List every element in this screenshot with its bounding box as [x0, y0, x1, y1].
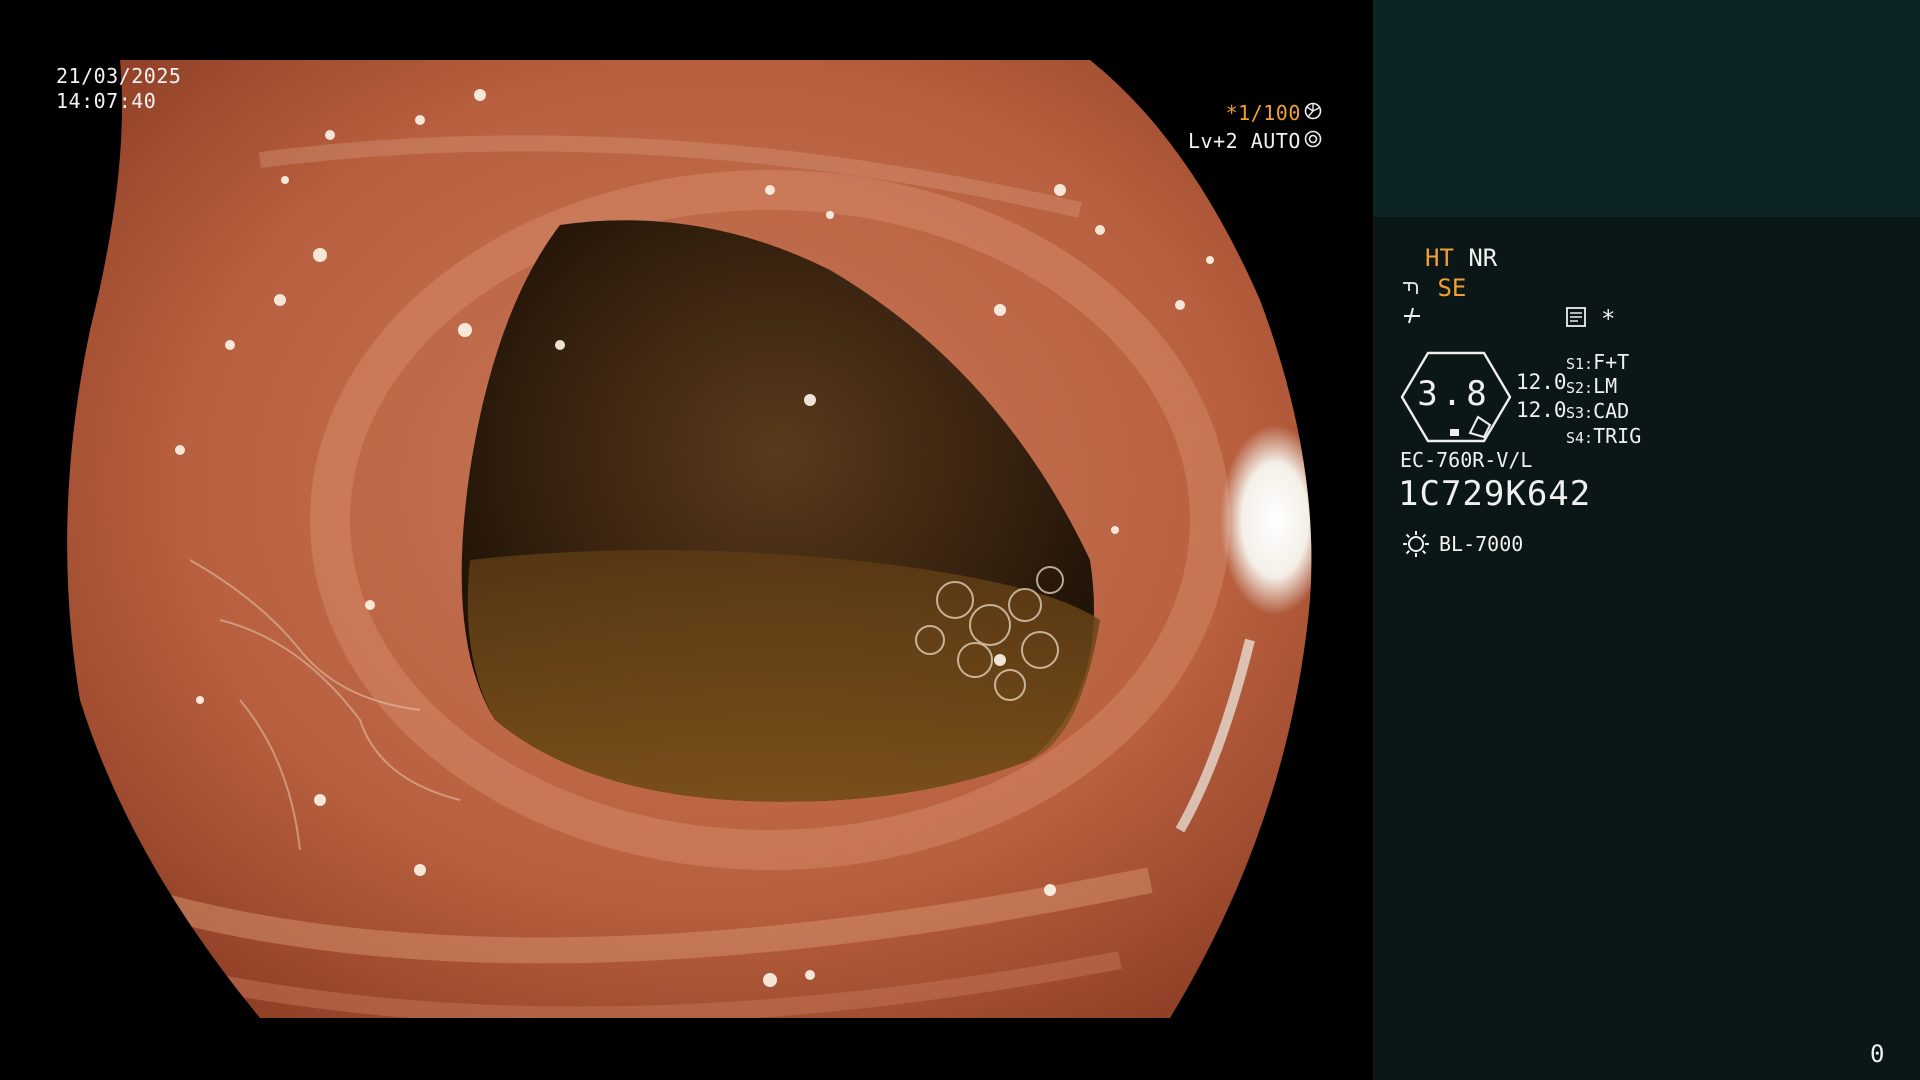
- scope-model: EC-760R-V/L: [1400, 448, 1533, 472]
- date-text: 21/03/2025: [56, 64, 182, 88]
- switch-row: S1:F+T: [1566, 350, 1629, 374]
- value-a: 12.0: [1516, 370, 1567, 394]
- switch-key: S4:: [1566, 429, 1594, 447]
- switch-key: S2:: [1566, 379, 1594, 397]
- se-row: SE: [1401, 274, 1466, 302]
- light-source-icon: [1403, 531, 1429, 557]
- zoom-value: 3.8: [1417, 374, 1491, 414]
- exposure-level-text: Lv+2 AUTO: [1188, 129, 1301, 153]
- switch-row: S2:LM: [1566, 374, 1617, 398]
- endoscopic-image: [67, 60, 1312, 1018]
- scope-bend-icon: [1401, 274, 1437, 302]
- switch-value: CAD: [1593, 399, 1630, 423]
- mode-row: HT NR: [1425, 244, 1497, 272]
- side-panel-top-area: [1373, 0, 1920, 217]
- frame-counter: 0: [1870, 1040, 1885, 1068]
- switch-key: S1:: [1566, 355, 1594, 373]
- switch-value: F+T: [1593, 350, 1630, 374]
- switch-row: S4:TRIG: [1566, 424, 1641, 448]
- nr-label: NR: [1468, 244, 1498, 272]
- value-b: 12.0: [1516, 398, 1567, 422]
- endoscopy-view: 21/03/2025 14:07:40 *1/100 Lv+2 AUTO: [0, 0, 1373, 1080]
- switch-value: LM: [1593, 374, 1618, 398]
- exposure-panel: *1/100 Lv+2 AUTO: [1188, 99, 1322, 155]
- light-source-label: BL-7000: [1439, 532, 1524, 556]
- time-text: 14:07:40: [56, 89, 157, 113]
- switch-key: S3:: [1566, 404, 1594, 422]
- no-signal-icon: [1401, 304, 1423, 332]
- serial-number: 1C729K642: [1398, 474, 1592, 514]
- switch-value: TRIG: [1593, 424, 1642, 448]
- shutter-text: *1/100: [1225, 101, 1301, 125]
- datetime-overlay: 21/03/2025 14:07:40: [56, 64, 181, 114]
- switch-row: S3:CAD: [1566, 399, 1629, 423]
- iris-icon: [1304, 127, 1322, 155]
- aperture-icon: [1304, 99, 1322, 127]
- ht-label: HT: [1425, 244, 1454, 272]
- memo-icon: [1565, 306, 1587, 334]
- info-side-panel: HT NR SE * 3.8 12.0 12.0 S1:F+T S2:LM S3…: [1373, 0, 1920, 1080]
- asterisk-indicator: *: [1601, 305, 1616, 333]
- se-label: SE: [1437, 274, 1467, 302]
